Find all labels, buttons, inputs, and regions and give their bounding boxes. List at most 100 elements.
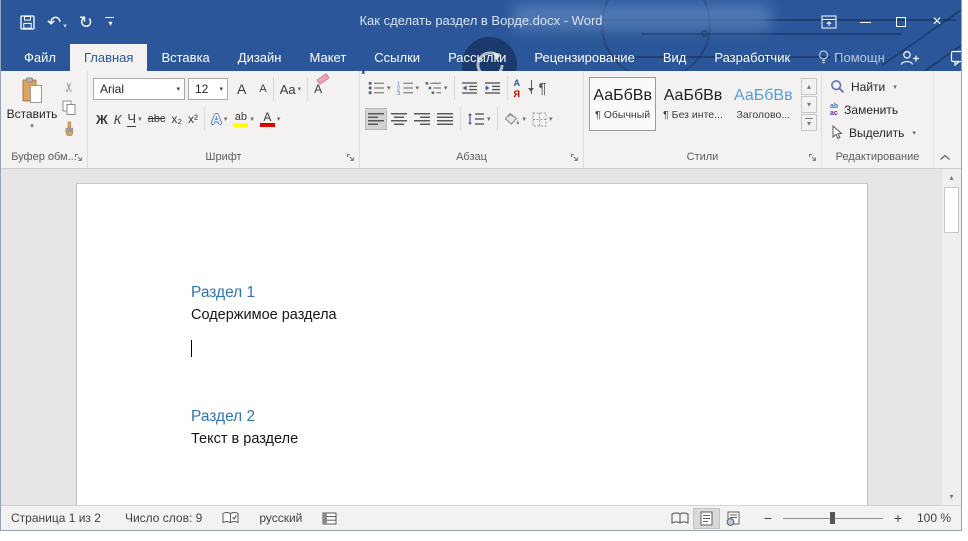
clipboard-dialog-launcher[interactable]: [74, 153, 84, 163]
proofing-status-button[interactable]: [222, 511, 239, 525]
collapse-ribbon-button[interactable]: [939, 154, 951, 161]
paragraph-dialog-launcher[interactable]: [570, 153, 580, 163]
select-button[interactable]: Выделить ▾: [830, 123, 933, 142]
tab-tell-me[interactable]: Помощн: [804, 44, 899, 71]
styles-scroll-down-button[interactable]: ▾: [801, 96, 817, 113]
borders-arrow[interactable]: ▾: [549, 115, 553, 123]
numbering-arrow[interactable]: ▾: [416, 84, 420, 92]
multilevel-list-button[interactable]: ▾: [422, 76, 451, 100]
shading-arrow[interactable]: ▾: [523, 115, 527, 123]
customize-qat-button[interactable]: ▾: [105, 17, 114, 27]
subscript-button[interactable]: x₂: [168, 107, 185, 131]
highlight-color-button[interactable]: ab ▾: [230, 107, 257, 131]
tab-mailings[interactable]: Рассылки: [434, 44, 520, 71]
ribbon-display-options-button[interactable]: [811, 6, 847, 38]
font-color-arrow[interactable]: ▾: [277, 115, 281, 123]
tab-file[interactable]: Файл: [10, 44, 70, 71]
web-layout-button[interactable]: [720, 508, 747, 529]
increase-indent-button[interactable]: [481, 76, 504, 100]
style-normal[interactable]: АаБбВв ¶ Обычный: [589, 77, 656, 131]
font-color-button[interactable]: А ▾: [257, 107, 284, 131]
highlight-arrow[interactable]: ▾: [250, 115, 254, 123]
save-button[interactable]: [20, 15, 35, 30]
bullets-button[interactable]: ▾: [365, 76, 394, 100]
font-name-combobox[interactable]: Arial ▾: [93, 78, 185, 100]
redo-button[interactable]: ↻: [79, 14, 93, 31]
read-mode-button[interactable]: [666, 508, 693, 529]
select-arrow[interactable]: ▾: [912, 129, 916, 137]
tab-insert[interactable]: Вставка: [147, 44, 223, 71]
line-spacing-button[interactable]: ▾: [464, 107, 494, 131]
tab-references[interactable]: Ссылки: [360, 44, 434, 71]
show-formatting-marks-button[interactable]: ¶: [536, 76, 550, 100]
paste-dropdown-arrow[interactable]: ▾: [30, 122, 34, 130]
cut-button[interactable]: ✂: [58, 78, 80, 96]
zoom-out-button[interactable]: −: [761, 510, 775, 526]
grow-font-button[interactable]: A▴: [234, 77, 249, 101]
styles-scroll-up-button[interactable]: ▴: [801, 78, 817, 95]
scrollbar-thumb[interactable]: [944, 187, 959, 233]
style-heading1[interactable]: АаБбВв Заголово...: [730, 77, 797, 131]
clear-formatting-button[interactable]: A: [311, 77, 325, 101]
word-count[interactable]: Число слов: 9: [125, 511, 202, 525]
zoom-slider[interactable]: [783, 518, 883, 519]
format-painter-button[interactable]: [58, 120, 80, 138]
font-size-dropdown-arrow[interactable]: ▾: [219, 85, 223, 93]
language-indicator[interactable]: русский: [259, 511, 302, 525]
style-no-spacing[interactable]: АаБбВв ¶ Без инте...: [659, 77, 726, 131]
bold-button[interactable]: Ж: [93, 107, 111, 131]
align-center-button[interactable]: [388, 108, 410, 130]
styles-gallery-more-button[interactable]: ▾: [801, 114, 817, 131]
undo-dropdown-arrow[interactable]: ▾: [63, 22, 67, 31]
zoom-slider-thumb[interactable]: [830, 512, 835, 524]
tab-design[interactable]: Дизайн: [224, 44, 296, 71]
underline-button[interactable]: Ч ▾: [124, 107, 144, 131]
align-left-button[interactable]: [365, 108, 387, 130]
tab-layout[interactable]: Макет: [295, 44, 360, 71]
decrease-indent-button[interactable]: [458, 76, 481, 100]
numbering-button[interactable]: 1 2 3 ▾: [394, 76, 423, 100]
text-effects-button[interactable]: A ▾: [208, 107, 230, 131]
scrollbar-up-button[interactable]: ▴: [942, 169, 961, 186]
shading-button[interactable]: ▾: [501, 107, 530, 131]
styles-dialog-launcher[interactable]: [808, 153, 818, 163]
font-dialog-launcher[interactable]: [346, 153, 356, 163]
justify-button[interactable]: [434, 108, 456, 130]
document-page[interactable]: Раздел 1 Содержимое раздела Раздел 2 Тек…: [76, 183, 868, 505]
find-button[interactable]: Найти ▾: [830, 77, 933, 96]
strikethrough-button[interactable]: abc: [145, 107, 169, 131]
minimize-button[interactable]: [847, 6, 883, 38]
print-layout-button[interactable]: [693, 508, 720, 529]
sort-button[interactable]: А Я: [511, 76, 536, 100]
font-name-dropdown-arrow[interactable]: ▾: [176, 85, 180, 93]
superscript-button[interactable]: x²: [185, 107, 201, 131]
vertical-scrollbar[interactable]: ▴ ▾: [941, 169, 961, 505]
tab-developer[interactable]: Разработчик: [700, 44, 804, 71]
paste-button[interactable]: Вставить ▾: [6, 75, 58, 149]
borders-button[interactable]: ▾: [529, 107, 556, 131]
change-case-button[interactable]: Aa ▾: [277, 77, 304, 101]
find-arrow[interactable]: ▾: [893, 83, 897, 91]
line-spacing-arrow[interactable]: ▾: [487, 115, 491, 123]
undo-button[interactable]: ↶ ▾: [47, 14, 67, 31]
page-indicator[interactable]: Страница 1 из 2: [11, 511, 101, 525]
tab-view[interactable]: Вид: [649, 44, 701, 71]
zoom-in-button[interactable]: +: [891, 510, 905, 526]
italic-button[interactable]: К: [111, 107, 125, 131]
zoom-level[interactable]: 100 %: [905, 511, 951, 525]
macro-recording-button[interactable]: [322, 512, 337, 525]
multilevel-arrow[interactable]: ▾: [444, 84, 448, 92]
bullets-arrow[interactable]: ▾: [387, 84, 391, 92]
tab-home[interactable]: Главная: [70, 44, 147, 71]
align-right-button[interactable]: [411, 108, 433, 130]
font-size-combobox[interactable]: 12 ▾: [188, 78, 228, 100]
replace-button[interactable]: ab ac Заменить: [830, 100, 933, 119]
copy-button[interactable]: [58, 99, 80, 117]
tab-review[interactable]: Рецензирование: [520, 44, 648, 71]
scrollbar-down-button[interactable]: ▾: [942, 488, 961, 505]
comments-button[interactable]: [950, 50, 961, 66]
underline-arrow[interactable]: ▾: [138, 115, 142, 123]
close-button[interactable]: ×: [919, 6, 955, 38]
text-effects-arrow[interactable]: ▾: [224, 115, 228, 123]
shrink-font-button[interactable]: A▾: [256, 77, 269, 101]
